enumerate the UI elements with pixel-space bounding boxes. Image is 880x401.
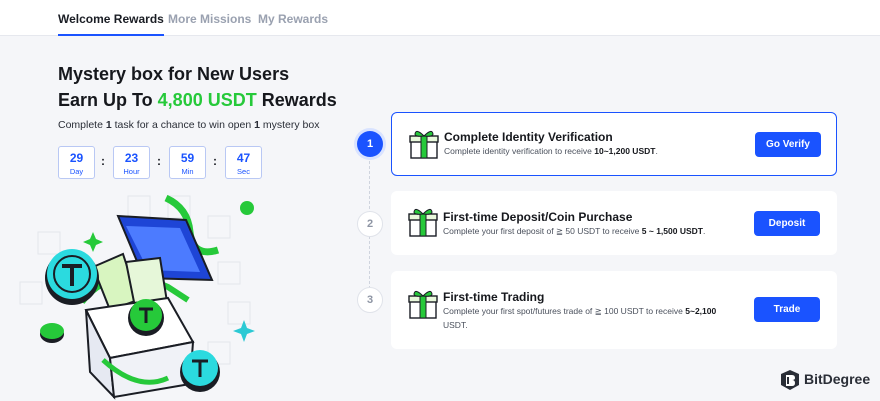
gift-box-icon: [409, 130, 439, 159]
tab-more-missions[interactable]: More Missions: [168, 12, 251, 26]
countdown-separator: :: [213, 154, 217, 168]
task-description: Complete identity verification to receiv…: [444, 144, 658, 158]
task-reward: 5~2,100: [685, 306, 717, 316]
task-title: First-time Trading: [443, 290, 545, 304]
countdown-days: 29 Day: [58, 146, 95, 179]
task-desc-text: Complete your first deposit of ≧ 50 USDT…: [443, 226, 642, 236]
countdown-days-unit: Day: [69, 167, 84, 176]
step-number-2: 2: [357, 211, 383, 237]
gift-box-icon: [408, 290, 438, 319]
mystery-box-illustration: [19, 194, 255, 400]
go-verify-button[interactable]: Go Verify: [755, 132, 821, 157]
deposit-button[interactable]: Deposit: [754, 211, 820, 236]
task-card-deposit: First-time Deposit/Coin Purchase Complet…: [391, 191, 837, 255]
countdown-separator: :: [101, 154, 105, 168]
task-desc-end: .: [702, 226, 706, 236]
countdown-days-value: 29: [69, 151, 84, 165]
subtitle-prefix: Complete: [58, 119, 106, 131]
countdown-hours-value: 23: [124, 151, 139, 165]
step-number-3: 3: [357, 287, 383, 313]
task-desc-end: USDT.: [443, 320, 468, 330]
step-number-1: 1: [357, 131, 383, 157]
countdown-seconds-value: 47: [236, 151, 251, 165]
task-description: Complete your first spot/futures trade o…: [443, 304, 743, 332]
task-desc-end: .: [655, 146, 658, 156]
tab-bar: Welcome Rewards More Missions My Rewards: [0, 0, 880, 36]
hero-title-reward: Earn Up To 4,800 USDT Rewards: [58, 90, 337, 111]
countdown-seconds-unit: Sec: [237, 167, 250, 176]
task-desc-text: Complete identity verification to receiv…: [444, 146, 595, 156]
countdown-minutes-value: 59: [180, 151, 195, 165]
task-reward: 10~1,200 USDT: [594, 146, 656, 156]
task-reward: 5 ~ 1,500 USDT: [641, 226, 703, 236]
countdown-minutes-unit: Min: [181, 167, 194, 176]
bitdegree-logo-icon: [781, 370, 799, 390]
countdown-minutes: 59 Min: [169, 146, 206, 179]
countdown-hours: 23 Hour: [113, 146, 150, 179]
subtitle-middle: task for a chance to win open: [111, 119, 255, 131]
watermark-text: BitDegree: [804, 371, 871, 387]
hero-title-prefix: Earn Up To: [58, 90, 158, 110]
tab-my-rewards[interactable]: My Rewards: [258, 12, 328, 26]
trade-button[interactable]: Trade: [754, 297, 820, 322]
hero-title-amount: 4,800 USDT: [157, 90, 257, 110]
gift-box-icon: [408, 208, 438, 237]
countdown-separator: :: [157, 154, 161, 168]
task-card-identity: Complete Identity Verification Complete …: [391, 112, 837, 176]
task-title: Complete Identity Verification: [444, 130, 613, 144]
hero-title: Mystery box for New Users: [58, 64, 290, 84]
task-card-trading: First-time Trading Complete your first s…: [391, 271, 837, 349]
task-description: Complete your first deposit of ≧ 50 USDT…: [443, 224, 705, 238]
task-desc-text: Complete your first spot/futures trade o…: [443, 306, 686, 316]
task-title: First-time Deposit/Coin Purchase: [443, 210, 633, 224]
tab-welcome-rewards[interactable]: Welcome Rewards: [58, 12, 164, 36]
hero-title-suffix: Rewards: [256, 90, 337, 110]
subtitle-suffix: mystery box: [259, 119, 320, 131]
hero-subtitle: Complete 1 task for a chance to win open…: [58, 119, 319, 131]
countdown-hours-unit: Hour: [123, 167, 140, 176]
countdown-seconds: 47 Sec: [225, 146, 262, 179]
